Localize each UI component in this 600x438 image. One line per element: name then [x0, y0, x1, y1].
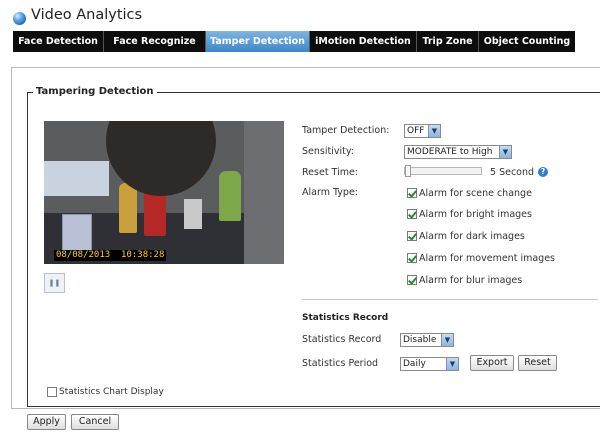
tab-tamper-detection[interactable]: Tamper Detection	[206, 31, 310, 52]
alarm-movement-images-label: Alarm for movement images	[419, 253, 555, 264]
slider-handle[interactable]	[405, 165, 411, 177]
alarm-blur-images-checkbox[interactable]	[407, 275, 417, 285]
alarm-movement-images-checkbox[interactable]	[407, 253, 417, 263]
video-scene-can	[184, 199, 202, 229]
export-button[interactable]: Export	[470, 355, 514, 371]
chevron-down-icon: ▼	[428, 125, 440, 137]
fieldset-legend: Tampering Detection	[33, 86, 157, 97]
video-scene-wall	[244, 121, 284, 264]
alarm-scene-change-checkbox[interactable]	[407, 188, 417, 198]
alarm-type-label: Alarm Type:	[302, 187, 358, 198]
reset-time-label: Reset Time:	[302, 167, 359, 178]
chevron-down-icon: ▼	[499, 146, 511, 158]
alarm-scene-change-label: Alarm for scene change	[419, 188, 532, 199]
sensitivity-select[interactable]: MODERATE to High ▼	[404, 145, 512, 159]
statistics-chart-display-label: Statistics Chart Display	[59, 387, 164, 397]
globe-icon	[13, 12, 26, 25]
tab-face-detection[interactable]: Face Detection	[13, 31, 104, 52]
tab-trip-zone[interactable]: Trip Zone	[417, 31, 479, 52]
statistics-record-select[interactable]: Disable ▼	[400, 333, 454, 347]
tab-object-counting[interactable]: Object Counting	[479, 31, 575, 52]
reset-time-value: 5 Second	[490, 167, 535, 178]
reset-time-slider[interactable]	[404, 165, 482, 177]
tab-face-recognize[interactable]: Face Recognize	[104, 31, 206, 52]
pause-icon: ❚❚	[48, 279, 61, 287]
video-scene-bottle	[119, 183, 137, 233]
sensitivity-value: MODERATE to High	[407, 147, 493, 157]
statistics-record-value: Disable	[403, 335, 437, 345]
tab-imotion-detection[interactable]: iMotion Detection	[310, 31, 417, 52]
video-preview: 08/08/2013 10:38:28	[44, 121, 284, 264]
section-divider	[302, 299, 598, 300]
alarm-dark-images-checkbox[interactable]	[407, 231, 417, 241]
tab-bar: Face Detection Face Recognize Tamper Det…	[13, 31, 575, 52]
alarm-dark-images-label: Alarm for dark images	[419, 231, 525, 242]
statistics-period-value: Daily	[403, 359, 426, 369]
alarm-bright-images-checkbox[interactable]	[407, 209, 417, 219]
statistics-record-label: Statistics Record	[302, 334, 382, 345]
tamper-detection-value: OFF	[407, 126, 425, 136]
video-scene-light	[44, 161, 109, 196]
chevron-down-icon: ▼	[446, 358, 458, 370]
reset-button[interactable]: Reset	[518, 355, 557, 371]
statistics-period-label: Statistics Period	[302, 358, 379, 369]
statistics-period-select[interactable]: Daily ▼	[400, 357, 459, 371]
video-scene-bottle	[219, 171, 241, 221]
cancel-button[interactable]: Cancel	[71, 414, 119, 430]
sensitivity-label: Sensitivity:	[302, 146, 354, 157]
alarm-blur-images-label: Alarm for blur images	[419, 275, 523, 286]
pause-button[interactable]: ❚❚	[44, 273, 65, 293]
tamper-detection-select[interactable]: OFF ▼	[404, 124, 441, 138]
alarm-bright-images-label: Alarm for bright images	[419, 209, 532, 220]
chevron-down-icon: ▼	[441, 334, 453, 346]
statistics-record-title: Statistics Record	[302, 313, 389, 323]
video-timestamp: 08/08/2013 10:38:28	[54, 250, 167, 261]
app-title: Video Analytics	[31, 7, 143, 23]
tamper-detection-label: Tamper Detection:	[302, 125, 390, 136]
statistics-chart-display-checkbox[interactable]	[47, 387, 57, 397]
apply-button[interactable]: Apply	[27, 414, 66, 430]
help-icon[interactable]: ?	[538, 167, 548, 177]
